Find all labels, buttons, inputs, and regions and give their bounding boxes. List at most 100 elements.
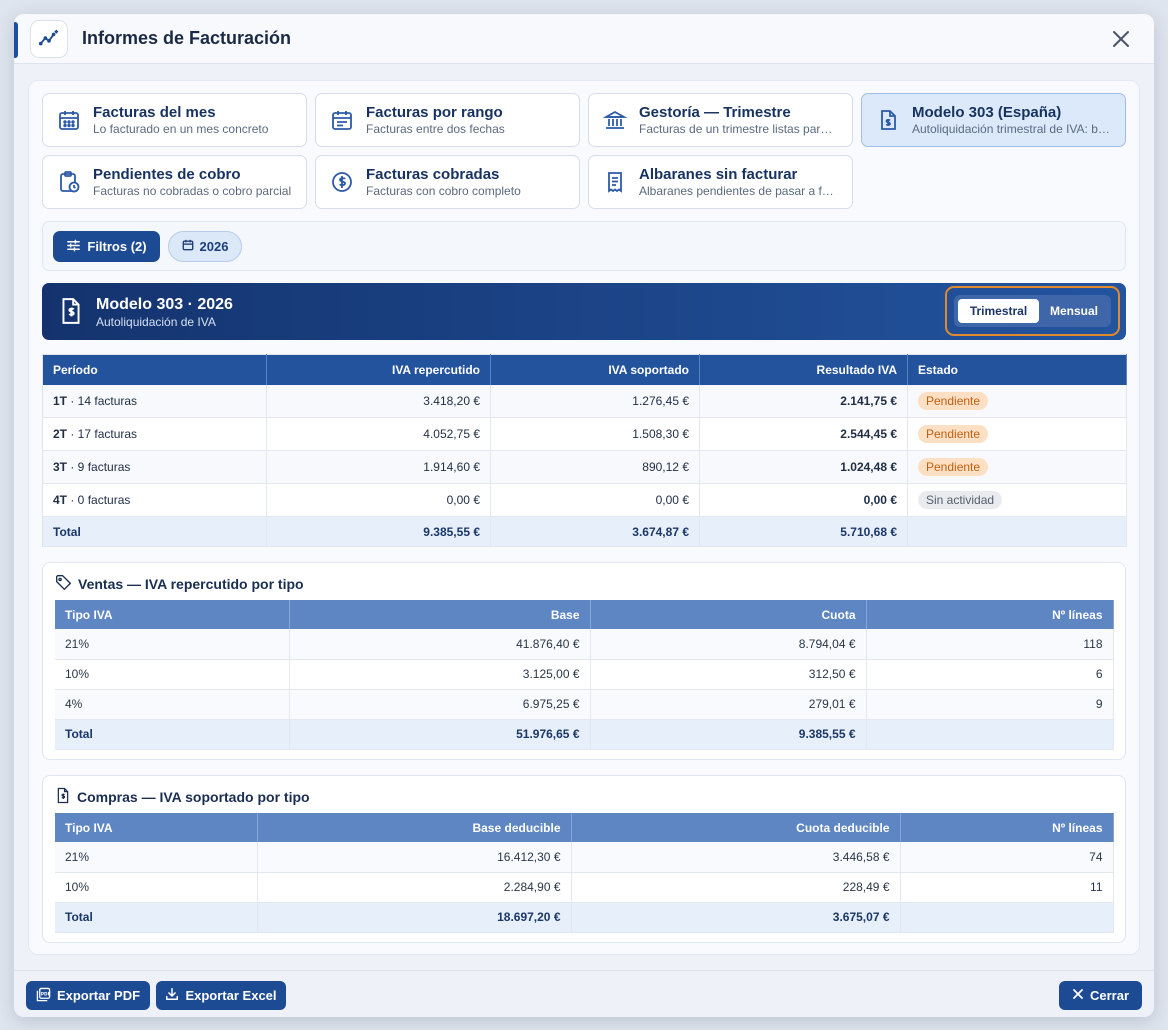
estado-cell: Pendiente (907, 384, 1127, 418)
table-row[interactable]: 4T · 0 facturas 0,00 € 0,00 € 0,00 € Sin… (42, 483, 1127, 517)
table-row[interactable]: 10% 2.284,90 € 228,49 € 11 (55, 872, 1114, 903)
cell: 21% (55, 842, 258, 873)
toggle-mensual[interactable]: Mensual (1040, 299, 1108, 323)
total-row: Total 18.697,20 € 3.675,07 € (55, 902, 1114, 933)
cell: 9.385,55 € (590, 719, 867, 750)
table-row[interactable]: 21% 41.876,40 € 8.794,04 € 118 (55, 629, 1114, 660)
table-row[interactable]: 3T · 9 facturas 1.914,60 € 890,12 € 1.02… (42, 450, 1127, 484)
report-card-modelo-303[interactable]: Modelo 303 (España) Autoliquidación trime… (861, 93, 1126, 147)
col-header[interactable]: Período (42, 354, 267, 385)
report-card-facturas-mes[interactable]: Facturas del mes Lo facturado en un mes c… (42, 93, 307, 147)
report-card-albaranes[interactable]: Albaranes sin facturar Albaranes pendient… (588, 155, 853, 209)
toggle-trimestral[interactable]: Trimestral (958, 299, 1039, 323)
quarter-label: 4T (53, 493, 68, 507)
quarter-label: 1T (53, 393, 68, 408)
close-icon[interactable] (1108, 26, 1134, 52)
col-header[interactable]: Base deducible (257, 813, 572, 842)
status-badge: Pendiente (918, 458, 989, 476)
calendar-range-icon (329, 107, 355, 133)
iva-soportado-cell: 1.508,30 € (490, 417, 700, 451)
cell: 2.284,90 € (257, 872, 572, 903)
table-row[interactable]: 21% 16.412,30 € 3.446,58 € 74 (55, 842, 1114, 873)
cell (866, 719, 1114, 750)
resultado-cell: 0,00 € (699, 483, 908, 517)
cell: 3.675,07 € (571, 902, 901, 933)
quarterly-table: Período IVA repercutido IVA soportado Re… (42, 354, 1127, 547)
total-resultado: 5.710,68 € (699, 516, 908, 547)
cell: 11 (900, 872, 1114, 903)
total-row: Total 51.976,65 € 9.385,55 € (55, 719, 1114, 750)
col-header[interactable]: Cuota deducible (571, 813, 901, 842)
col-header[interactable]: IVA repercutido (266, 354, 491, 385)
filters-button[interactable]: Filtros (2) (53, 231, 160, 262)
col-header[interactable]: Estado (907, 354, 1127, 385)
compras-section: Compras — IVA soportado por tipo Tipo IV… (42, 775, 1126, 943)
cell: 10% (55, 659, 290, 690)
close-button[interactable]: Cerrar (1059, 981, 1142, 1010)
table-row[interactable]: 4% 6.975,25 € 279,01 € 9 (55, 689, 1114, 720)
quarter-label: 2T (53, 427, 68, 441)
iva-soportado-cell: 0,00 € (490, 483, 700, 517)
export-pdf-button[interactable]: PDF Exportar PDF (26, 981, 150, 1010)
cell: 3.125,00 € (289, 659, 591, 690)
cell: 118 (866, 629, 1114, 660)
col-header[interactable]: Nº líneas (900, 813, 1114, 842)
report-card-title: Facturas del mes (93, 104, 216, 121)
report-content: Facturas del mes Lo facturado en un mes c… (28, 80, 1140, 955)
table-row[interactable]: 1T · 14 facturas 3.418,20 € 1.276,45 € 2… (42, 384, 1127, 418)
cell: 18.697,20 € (257, 902, 572, 933)
col-header[interactable]: IVA soportado (490, 354, 700, 385)
report-card-gestoria-trimestre[interactable]: Gestoría — Trimestre Facturas de un trime… (588, 93, 853, 147)
invoice-count: · 14 facturas (67, 393, 138, 408)
col-header[interactable]: Base (289, 600, 591, 629)
iva-repercutido-cell: 3.418,20 € (266, 384, 491, 418)
clipboard-clock-icon (56, 169, 82, 195)
report-card-desc: Facturas no cobradas o cobro parcial (93, 184, 292, 198)
export-excel-button[interactable]: Exportar Excel (156, 981, 286, 1010)
col-header[interactable]: Tipo IVA (55, 813, 258, 842)
cell: Total (55, 719, 290, 750)
report-card-title: Modelo 303 (España) (912, 104, 1062, 121)
total-label: Total (42, 516, 267, 547)
compras-title: Compras — IVA soportado por tipo (55, 787, 310, 807)
cell: 6.975,25 € (289, 689, 591, 720)
cell: 10% (55, 872, 258, 903)
close-icon (1072, 988, 1084, 1003)
ventas-section: Ventas — IVA repercutido por tipo Tipo I… (42, 562, 1126, 760)
table-header-row: Período IVA repercutido IVA soportado Re… (42, 354, 1127, 385)
report-card-title: Albaranes sin facturar (639, 166, 798, 183)
total-soportado: 3.674,87 € (490, 516, 700, 547)
resultado-cell: 2.544,45 € (699, 417, 908, 451)
total-empty (907, 516, 1127, 547)
period-cell: 2T · 17 facturas (42, 417, 267, 451)
bank-icon (602, 107, 628, 133)
banner-subtitle: Autoliquidación de IVA (96, 315, 216, 329)
dollar-circle-icon (329, 169, 355, 195)
col-header[interactable]: Nº líneas (866, 600, 1114, 629)
cell: 41.876,40 € (289, 629, 591, 660)
col-header[interactable]: Resultado IVA (699, 354, 908, 385)
invoice-file-icon (875, 107, 901, 133)
report-card-facturas-cobradas[interactable]: Facturas cobradas Facturas con cobro comp… (315, 155, 580, 209)
table-row[interactable]: 2T · 17 facturas 4.052,75 € 1.508,30 € 2… (42, 417, 1127, 451)
dialog-footer: PDF Exportar PDF Exportar Excel Cerrar (14, 970, 1154, 1017)
billing-reports-dialog: Informes de Facturación Facturas del mes… (14, 14, 1154, 1017)
cell: 279,01 € (590, 689, 867, 720)
pdf-icon: PDF (36, 987, 51, 1005)
report-card-title: Facturas cobradas (366, 166, 500, 183)
report-card-facturas-rango[interactable]: Facturas por rango Facturas entre dos fec… (315, 93, 580, 147)
year-filter-chip[interactable]: 2026 (168, 231, 242, 262)
col-header[interactable]: Tipo IVA (55, 600, 290, 629)
cell: 312,50 € (590, 659, 867, 690)
table-row[interactable]: 10% 3.125,00 € 312,50 € 6 (55, 659, 1114, 690)
compras-table: Tipo IVA Base deducible Cuota deducible … (55, 813, 1114, 933)
resultado-cell: 1.024,48 € (699, 450, 908, 484)
ventas-table: Tipo IVA Base Cuota Nº líneas 21% 41.876… (55, 600, 1114, 750)
report-card-desc: Facturas con cobro completo (366, 184, 521, 198)
accent-bar (14, 22, 18, 58)
calendar-icon (182, 239, 194, 254)
cell: 228,49 € (571, 872, 901, 903)
filter-bar: Filtros (2) 2026 (42, 221, 1126, 271)
col-header[interactable]: Cuota (590, 600, 867, 629)
report-card-pendientes-cobro[interactable]: Pendientes de cobro Facturas no cobradas … (42, 155, 307, 209)
